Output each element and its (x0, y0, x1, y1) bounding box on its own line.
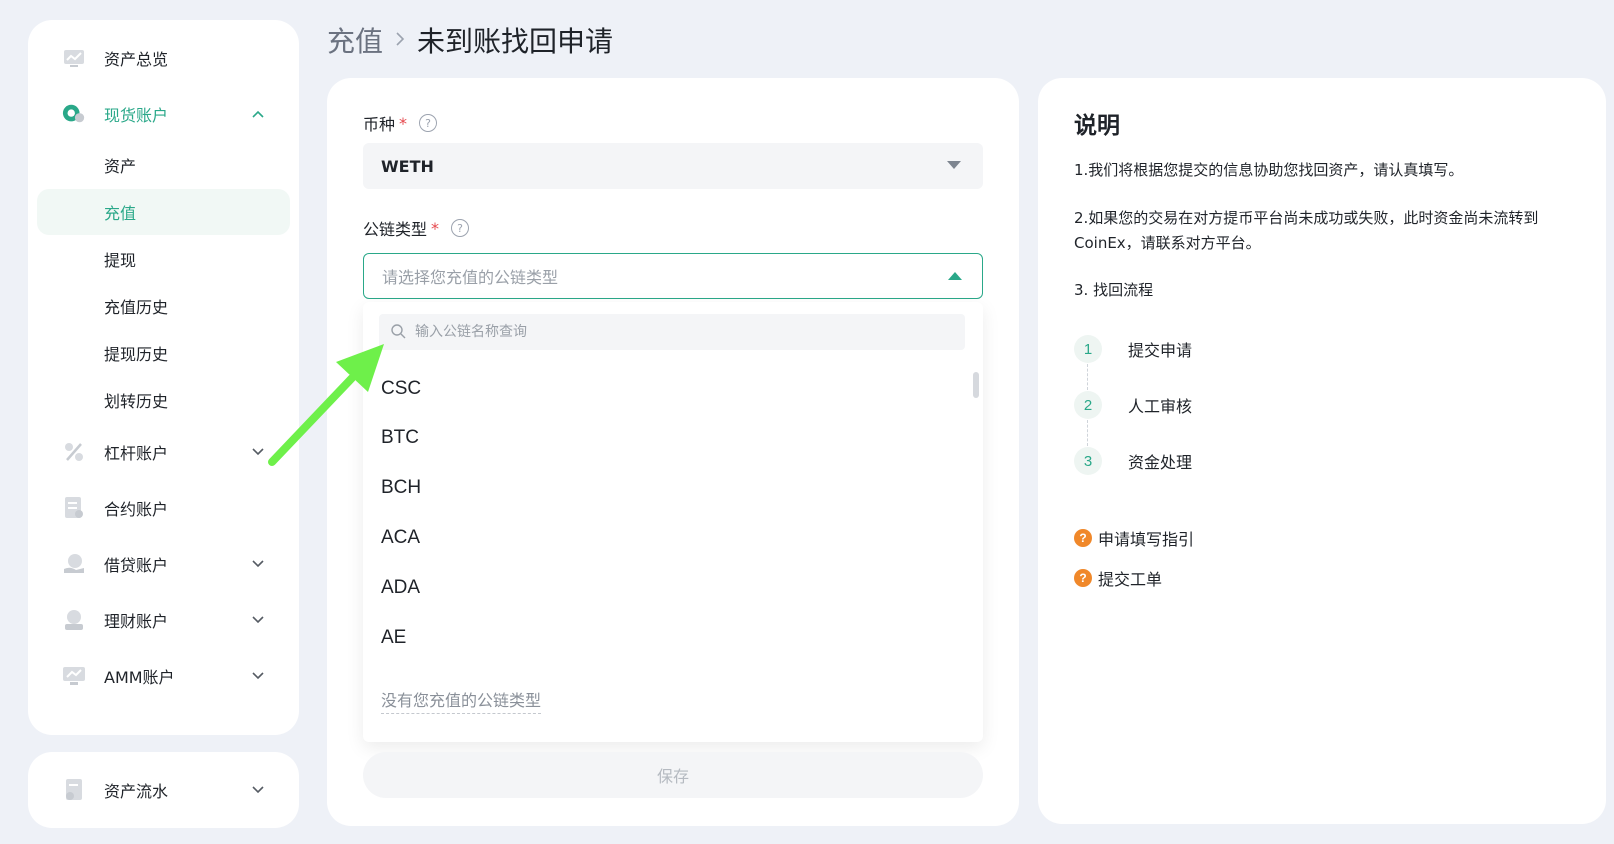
chain-option[interactable]: ACA (381, 527, 420, 549)
chain-dropdown-menu: CSC BTC BCH ACA ADA AE 没有您充值的公链类型 (363, 302, 983, 742)
coin-select[interactable]: WETH (363, 143, 983, 189)
chart-board-icon (62, 46, 86, 70)
required-asterisk: * (431, 218, 440, 238)
breadcrumb: 充值 未到账找回申请 (327, 18, 613, 62)
sidebar-bottom-panel: 资产流水 (28, 752, 299, 828)
sidebar-subitem-deposit-history[interactable]: 充值历史 (37, 283, 290, 329)
finance-icon (62, 608, 86, 632)
chain-option[interactable]: ADA (381, 577, 420, 599)
contract-doc-icon (62, 496, 86, 520)
chain-select-placeholder: 请选择您充值的公链类型 (382, 268, 559, 287)
instruction-paragraph: 1.我们将根据您提交的信息协助您找回资产，请认真填写。 (1074, 161, 1464, 179)
chevron-down-icon[interactable] (251, 445, 265, 459)
sidebar-item-asset-ledger[interactable]: 资产流水 (28, 770, 299, 810)
chain-field-label: 公链类型 * ? (363, 216, 470, 240)
submit-ticket-link[interactable]: ? 提交工单 (1074, 567, 1162, 589)
sidebar-item-spot-account[interactable]: 现货账户 (28, 94, 299, 134)
chevron-down-icon[interactable] (251, 613, 265, 627)
sidebar-item-label: 资产流水 (104, 782, 169, 801)
sidebar-item-label: 合约账户 (104, 500, 169, 519)
sidebar-item-overview[interactable]: 资产总览 (28, 38, 299, 78)
loan-hand-icon (62, 552, 86, 576)
sidebar-subitem-label: 划转历史 (104, 392, 169, 411)
chain-search-box (379, 314, 965, 350)
chain-label-text: 公链类型 (363, 220, 428, 239)
sidebar-subitem-label: 充值 (104, 204, 137, 223)
help-icon[interactable]: ? (451, 219, 470, 237)
question-icon: ? (1074, 569, 1092, 587)
chain-option[interactable]: BTC (381, 427, 419, 449)
process-step: 3 资金处理 (1074, 446, 1192, 476)
help-icon[interactable]: ? (419, 114, 438, 132)
step-connector (1087, 420, 1088, 446)
coin-label-text: 币种 (363, 115, 396, 134)
sidebar: 资产总览 现货账户 资产 充值 提现 充值历史 提现历史 划转历史 杠杆账户 合… (28, 20, 299, 735)
sidebar-subitem-transfer-history[interactable]: 划转历史 (37, 377, 290, 423)
chain-option[interactable]: AE (381, 627, 406, 649)
sidebar-item-amm-account[interactable]: AMM账户 (28, 656, 299, 696)
chain-option[interactable]: BCH (381, 477, 421, 499)
chain-search-input[interactable] (415, 314, 955, 350)
application-guide-link[interactable]: ? 申请填写指引 (1074, 527, 1194, 549)
step-number: 1 (1074, 335, 1102, 363)
chevron-down-icon[interactable] (251, 783, 265, 797)
search-icon (391, 324, 406, 343)
chevron-right-icon (395, 28, 405, 53)
sidebar-subitem-assets[interactable]: 资产 (37, 142, 290, 188)
sidebar-subitem-label: 提现 (104, 251, 137, 270)
link-label: 申请填写指引 (1098, 530, 1195, 549)
sidebar-subitem-label: 资产 (104, 157, 137, 176)
coin-select-value: WETH (381, 156, 434, 176)
sidebar-item-label: 杠杆账户 (104, 444, 169, 463)
breadcrumb-parent-link[interactable]: 充值 (327, 20, 383, 60)
instructions-title: 说明 (1074, 113, 1120, 139)
step-label: 人工审核 (1128, 397, 1193, 416)
sidebar-item-futures-account[interactable]: 合约账户 (28, 488, 299, 528)
step-connector (1087, 364, 1088, 390)
coin-field-label: 币种 * ? (363, 111, 438, 135)
chain-type-select[interactable]: 请选择您充值的公链类型 (363, 253, 983, 299)
sidebar-item-margin-account[interactable]: 杠杆账户 (28, 432, 299, 472)
caret-up-icon (948, 272, 962, 280)
dropdown-scrollbar[interactable] (973, 372, 979, 398)
missing-chain-link[interactable]: 没有您充值的公链类型 (381, 687, 542, 714)
percent-icon (62, 440, 86, 464)
process-step: 1 提交申请 (1074, 334, 1192, 364)
sidebar-item-finance-account[interactable]: 理财账户 (28, 600, 299, 640)
question-icon: ? (1074, 529, 1092, 547)
process-step: 2 人工审核 (1074, 390, 1192, 420)
sidebar-subitem-withdraw[interactable]: 提现 (37, 236, 290, 282)
sidebar-item-loan-account[interactable]: 借贷账户 (28, 544, 299, 584)
step-label: 提交申请 (1128, 341, 1193, 360)
page-title: 未到账找回申请 (417, 25, 614, 58)
step-label: 资金处理 (1128, 453, 1193, 472)
chevron-down-icon[interactable] (251, 557, 265, 571)
amm-monitor-icon (62, 664, 86, 688)
chevron-down-icon[interactable] (251, 669, 265, 683)
sidebar-item-label: AMM账户 (104, 668, 175, 687)
step-number: 3 (1074, 447, 1102, 475)
chevron-up-icon[interactable] (251, 107, 265, 121)
recovery-form-card: 币种 * ? WETH 公链类型 * ? 请选择您充值的公链类型 CSC BTC… (327, 78, 1019, 826)
caret-down-icon (947, 161, 961, 169)
ledger-icon (62, 778, 86, 802)
instruction-paragraph: 3. 找回流程 (1074, 281, 1154, 299)
sidebar-item-label: 现货账户 (104, 106, 169, 125)
link-label: 提交工单 (1098, 570, 1163, 589)
sidebar-subitem-label: 提现历史 (104, 345, 169, 364)
sidebar-subitem-label: 充值历史 (104, 298, 169, 317)
step-number: 2 (1074, 391, 1102, 419)
sidebar-subitem-withdraw-history[interactable]: 提现历史 (37, 330, 290, 376)
sidebar-item-label: 借贷账户 (104, 556, 169, 575)
save-button[interactable]: 保存 (363, 752, 983, 798)
required-asterisk: * (399, 113, 408, 133)
sidebar-subitem-deposit[interactable]: 充值 (37, 189, 290, 235)
spot-coin-icon (62, 102, 86, 126)
sidebar-item-label: 理财账户 (104, 612, 169, 631)
chain-option[interactable]: CSC (381, 378, 421, 400)
sidebar-item-label: 资产总览 (104, 50, 169, 69)
instruction-paragraph: 2.如果您的交易在对方提币平台尚未成功或失败，此时资金尚未流转到CoinEx，请… (1074, 209, 1539, 252)
instructions-card: 说明 1.我们将根据您提交的信息协助您找回资产，请认真填写。 2.如果您的交易在… (1038, 78, 1606, 824)
